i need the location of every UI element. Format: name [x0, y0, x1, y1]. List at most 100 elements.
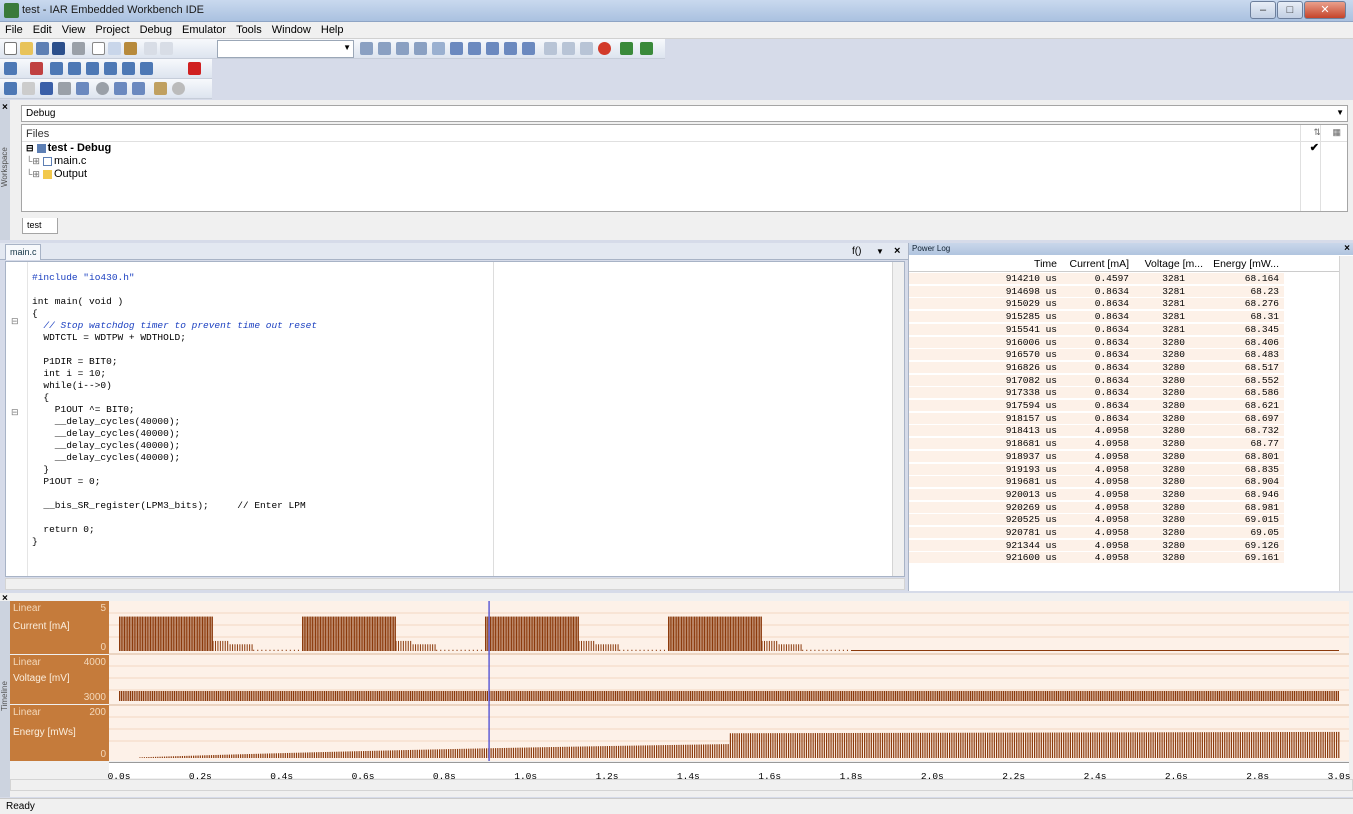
save-icon[interactable]: [36, 42, 49, 55]
table-row[interactable]: 919681 us 4.0958 3280 68.904: [909, 476, 1284, 488]
find-next-icon[interactable]: [378, 42, 391, 55]
power-log-close-icon[interactable]: ×: [1344, 243, 1350, 254]
column-header-time[interactable]: Time: [989, 258, 1057, 270]
menu-emulator[interactable]: Emulator: [177, 22, 231, 36]
run-to-cursor-icon[interactable]: [122, 62, 135, 75]
menu-help[interactable]: Help: [316, 22, 349, 36]
next-statement-icon[interactable]: [104, 62, 117, 75]
editor-horizontal-scrollbar[interactable]: [5, 578, 905, 590]
column-header-voltage[interactable]: Voltage [m...: [1131, 258, 1203, 270]
menu-edit[interactable]: Edit: [28, 22, 57, 36]
download-debug-icon[interactable]: [620, 42, 633, 55]
menu-debug[interactable]: Debug: [135, 22, 177, 36]
table-row[interactable]: 920013 us 4.0958 3280 68.946: [909, 488, 1284, 500]
open-folder-icon[interactable]: [20, 42, 33, 55]
menu-tools[interactable]: Tools: [231, 22, 267, 36]
copy-icon[interactable]: [108, 42, 121, 55]
editor-close-icon[interactable]: ×: [894, 245, 900, 257]
table-row[interactable]: 920781 us 4.0958 3280 69.05: [909, 527, 1284, 538]
navigate-forward-icon[interactable]: [522, 42, 535, 55]
stop-build-icon[interactable]: [580, 42, 593, 55]
table-row[interactable]: 916570 us 0.8634 3280 68.483: [909, 349, 1284, 361]
collapse-icon[interactable]: ⊟: [26, 143, 34, 153]
table-row[interactable]: 916006 us 0.8634 3280 68.406: [909, 336, 1284, 348]
table-row[interactable]: 921344 us 4.0958 3280 69.126: [909, 539, 1284, 551]
energy-trace-icon[interactable]: [76, 82, 89, 95]
save-all-icon[interactable]: [52, 42, 65, 55]
navigate-back-icon[interactable]: [504, 42, 517, 55]
power-log-scrollbar[interactable]: [1339, 256, 1353, 591]
register-icon[interactable]: [132, 82, 145, 95]
workspace-side-tab[interactable]: Workspace: [0, 100, 10, 240]
trace-icon[interactable]: [4, 82, 17, 95]
find-icon[interactable]: [360, 42, 373, 55]
make-icon[interactable]: [562, 42, 575, 55]
menu-project[interactable]: Project: [90, 22, 134, 36]
print-icon[interactable]: [72, 42, 85, 55]
new-file-icon[interactable]: [4, 42, 17, 55]
table-row[interactable]: 915029 us 0.8634 3281 68.276: [909, 298, 1284, 310]
search-combo[interactable]: ▼: [217, 40, 354, 58]
state-storage-icon[interactable]: [22, 82, 35, 95]
redo-icon[interactable]: [160, 42, 173, 55]
fold-icon[interactable]: ⊟: [11, 407, 19, 418]
code-editor[interactable]: ⊟ ⊟ #include "io430.h" int main( void ){ …: [5, 261, 905, 577]
paste-icon[interactable]: [124, 42, 137, 55]
reset-icon[interactable]: [4, 62, 17, 75]
stop-debugging-icon[interactable]: [188, 62, 201, 75]
table-row[interactable]: 917594 us 0.8634 3280 68.621: [909, 400, 1284, 411]
breakpoint-usage-icon[interactable]: [154, 82, 167, 95]
next-bookmark-icon[interactable]: [486, 42, 499, 55]
table-row[interactable]: 915285 us 0.8634 3281 68.31: [909, 311, 1284, 323]
table-row[interactable]: 917082 us 0.8634 3280 68.552: [909, 374, 1284, 386]
table-row[interactable]: 920525 us 4.0958 3280 69.015: [909, 514, 1284, 526]
expand-icon[interactable]: └⊞: [26, 169, 40, 179]
memory-icon[interactable]: [114, 82, 127, 95]
close-button[interactable]: ✕: [1304, 1, 1346, 19]
table-row[interactable]: 918157 us 0.8634 3280 68.697: [909, 412, 1284, 424]
replace-icon[interactable]: [414, 42, 427, 55]
debug-no-download-icon[interactable]: [640, 42, 653, 55]
bookmark-icon[interactable]: [450, 42, 463, 55]
tree-item-project[interactable]: ⊟ test - Debug ✔: [22, 142, 1347, 155]
sequencer-icon[interactable]: [96, 82, 109, 95]
table-row[interactable]: 919193 us 4.0958 3280 68.835: [909, 463, 1284, 475]
menu-file[interactable]: File: [0, 22, 28, 36]
editor-vertical-scrollbar[interactable]: [892, 262, 904, 576]
cut-icon[interactable]: [92, 42, 105, 55]
workspace-tab-test[interactable]: test: [22, 218, 58, 234]
graph-label-voltage[interactable]: Linear 4000 Voltage [mV] 3000: [10, 655, 109, 704]
step-into-icon[interactable]: [68, 62, 81, 75]
table-row[interactable]: 921600 us 4.0958 3280 69.161: [909, 552, 1284, 564]
prev-bookmark-icon[interactable]: [468, 42, 481, 55]
breakpoint-icon[interactable]: [598, 42, 611, 55]
compile-icon[interactable]: [544, 42, 557, 55]
menu-view[interactable]: View: [57, 22, 91, 36]
step-out-icon[interactable]: [86, 62, 99, 75]
make-status-icon[interactable]: ▦: [1332, 127, 1341, 138]
timeline-graphs[interactable]: [109, 601, 1349, 761]
column-header-current[interactable]: Current [mA]: [1059, 258, 1129, 270]
table-row[interactable]: 918681 us 4.0958 3280 68.77: [909, 438, 1284, 450]
go-icon[interactable]: [140, 62, 153, 75]
goto-icon[interactable]: [432, 42, 445, 55]
tree-item-main-c[interactable]: └⊞ main.c: [22, 155, 1347, 168]
table-row[interactable]: 918937 us 4.0958 3280 68.801: [909, 450, 1284, 462]
maximize-button[interactable]: □: [1277, 1, 1303, 19]
tree-item-output[interactable]: └⊞ Output: [22, 168, 1347, 181]
disabled-tool-icon[interactable]: [172, 82, 185, 95]
function-navigator[interactable]: f(): [852, 246, 861, 257]
fold-icon[interactable]: ⊟: [11, 316, 19, 327]
column-header-energy[interactable]: Energy [mW...: [1205, 258, 1279, 270]
clock-control-icon[interactable]: [58, 82, 71, 95]
power-log-icon[interactable]: [40, 82, 53, 95]
configuration-select[interactable]: Debug ▼: [21, 105, 1348, 122]
table-row[interactable]: 920269 us 4.0958 3280 68.981: [909, 501, 1284, 513]
graph-label-energy[interactable]: Linear 200 Energy [mWs] 0: [10, 705, 109, 761]
table-row[interactable]: 918413 us 4.0958 3280 68.732: [909, 425, 1284, 437]
undo-icon[interactable]: [144, 42, 157, 55]
table-row[interactable]: 915541 us 0.8634 3281 68.345: [909, 323, 1284, 335]
find-prev-icon[interactable]: [396, 42, 409, 55]
editor-tab-main-c[interactable]: main.c: [5, 244, 41, 260]
break-icon[interactable]: [30, 62, 43, 75]
